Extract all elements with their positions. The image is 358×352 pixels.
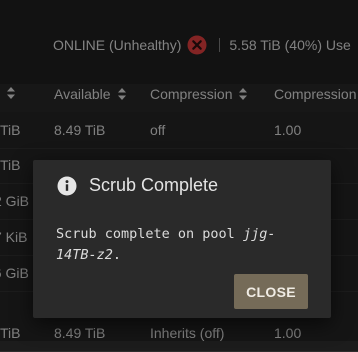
dialog-message-suffix: .	[112, 247, 122, 263]
close-button[interactable]: CLOSE	[234, 274, 308, 309]
dialog-title: Scrub Complete	[57, 175, 218, 196]
dialog-title-text: Scrub Complete	[89, 175, 219, 195]
info-icon	[57, 176, 77, 196]
dialog-message-text: Scrub complete on pool	[56, 226, 243, 242]
scrub-complete-dialog: Scrub Complete Scrub complete on pool jj…	[33, 160, 331, 318]
dialog-message: Scrub complete on pool jjg-14TB-z2.	[56, 224, 306, 266]
